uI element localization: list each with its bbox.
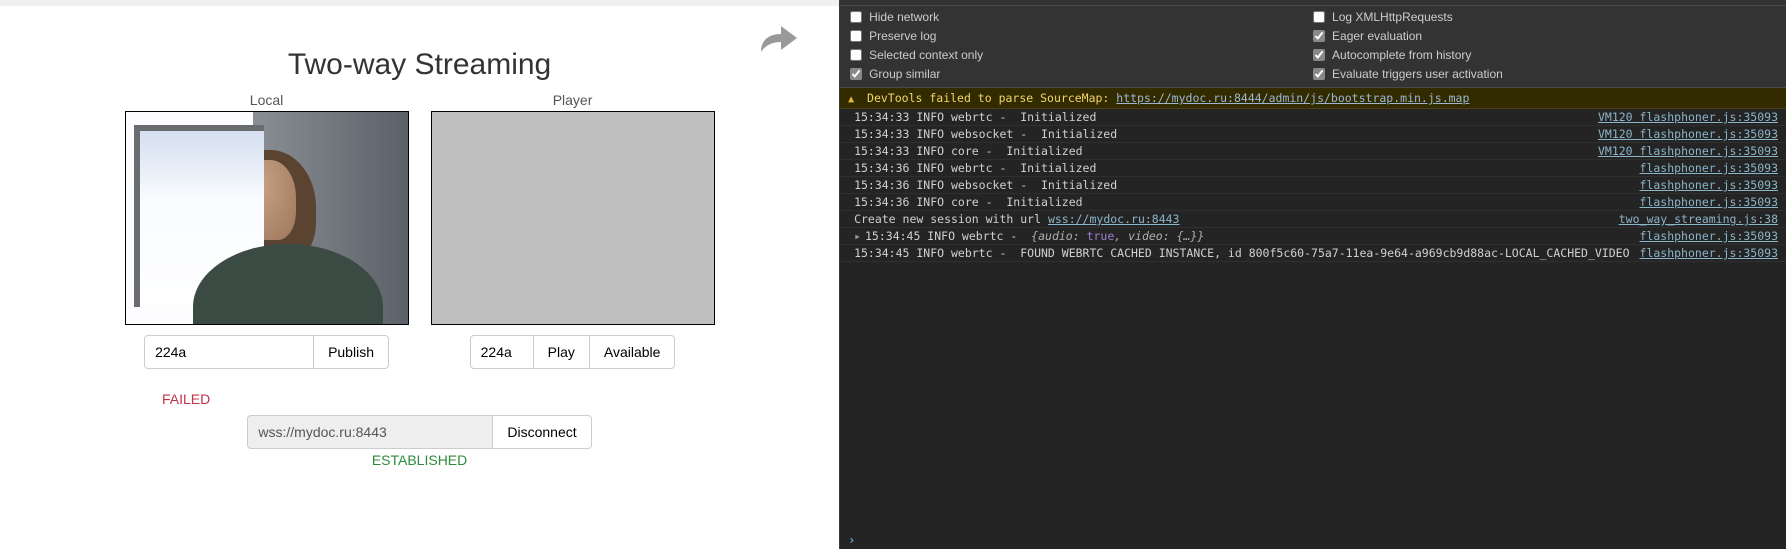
log-source-link[interactable]: flashphoner.js:35093 (1640, 161, 1778, 175)
available-button[interactable]: Available (589, 335, 676, 369)
setting-label: Hide network (869, 10, 939, 24)
setting-group-similar[interactable]: Group similar (850, 67, 1313, 81)
console-log-row[interactable]: 15:34:36 INFO webrtc - Initialized flashp… (840, 160, 1786, 177)
log-message: 15:34:33 INFO webrtc - Initialized (854, 110, 1588, 124)
devtools-panel: Hide network Log XMLHttpRequests Preserv… (839, 0, 1786, 549)
publish-button[interactable]: Publish (313, 335, 389, 369)
setting-hide-network[interactable]: Hide network (850, 10, 1313, 24)
share-icon[interactable] (759, 22, 799, 61)
player-label: Player (553, 92, 593, 108)
console-log-row[interactable]: ▸15:34:45 INFO webrtc - {audio: true, vi… (840, 228, 1786, 245)
local-stream-input[interactable] (144, 335, 314, 369)
checkbox-hide-network[interactable] (850, 11, 862, 23)
setting-label: Eager evaluation (1332, 29, 1422, 43)
warning-text: DevTools failed to parse SourceMap: (867, 91, 1116, 105)
log-message: 15:34:33 INFO core - Initialized (854, 144, 1588, 158)
checkbox-group-similar[interactable] (850, 68, 862, 80)
setting-autocomplete[interactable]: Autocomplete from history (1313, 48, 1776, 62)
console-log-row[interactable]: 15:34:33 INFO core - Initialized VM120 fl… (840, 143, 1786, 160)
warning-url[interactable]: https://mydoc.ru:8444/admin/js/bootstrap… (1116, 91, 1469, 105)
setting-eager-eval[interactable]: Eager evaluation (1313, 29, 1776, 43)
log-source-link[interactable]: VM120 flashphoner.js:35093 (1598, 127, 1778, 141)
sourcemap-warning: DevTools failed to parse SourceMap: http… (840, 88, 1786, 109)
console-log-row[interactable]: 15:34:36 INFO core - Initialized flashpho… (840, 194, 1786, 211)
console-log-list[interactable]: 15:34:33 INFO webrtc - Initialized VM120 … (840, 109, 1786, 531)
setting-label: Group similar (869, 67, 940, 81)
connection-row: Disconnect (0, 415, 839, 449)
log-message: 15:34:36 INFO websocket - Initialized (854, 178, 1629, 192)
setting-preserve-log[interactable]: Preserve log (850, 29, 1313, 43)
top-strip (0, 0, 839, 6)
videos-row: Local Publish Player Play Ava (0, 92, 839, 369)
checkbox-preserve-log[interactable] (850, 30, 862, 42)
player-stream-input[interactable] (470, 335, 534, 369)
log-source-link[interactable]: two_way_streaming.js:38 (1619, 212, 1778, 226)
setting-log-xhr[interactable]: Log XMLHttpRequests (1313, 10, 1776, 24)
log-source-link[interactable]: flashphoner.js:35093 (1640, 195, 1778, 209)
console-log-row[interactable]: 15:34:33 INFO websocket - Initialized VM1… (840, 126, 1786, 143)
setting-label: Preserve log (869, 29, 936, 43)
log-source-link[interactable]: flashphoner.js:35093 (1640, 178, 1778, 192)
checkbox-selected-context[interactable] (850, 49, 862, 61)
player-controls: Play Available (470, 335, 676, 369)
player-video (431, 111, 715, 325)
local-controls: Publish (144, 335, 389, 369)
setting-label: Selected context only (869, 48, 983, 62)
checkbox-log-xhr[interactable] (1313, 11, 1325, 23)
local-status: FAILED (162, 391, 839, 407)
log-message: Create new session with url wss://mydoc.… (854, 212, 1609, 226)
checkbox-autocomplete[interactable] (1313, 49, 1325, 61)
setting-eval-activation[interactable]: Evaluate triggers user activation (1313, 67, 1776, 81)
log-message: 15:34:36 INFO core - Initialized (854, 195, 1629, 209)
log-source-link[interactable]: VM120 flashphoner.js:35093 (1598, 110, 1778, 124)
console-log-row[interactable]: 15:34:36 INFO websocket - Initialized fla… (840, 177, 1786, 194)
setting-selected-context[interactable]: Selected context only (850, 48, 1313, 62)
local-video (125, 111, 409, 325)
setting-label: Autocomplete from history (1332, 48, 1471, 62)
setting-label: Log XMLHttpRequests (1332, 10, 1453, 24)
disconnect-button[interactable]: Disconnect (493, 415, 591, 449)
console-log-row[interactable]: 15:34:33 INFO webrtc - Initialized VM120 … (840, 109, 1786, 126)
local-block: Local Publish (125, 92, 409, 369)
log-message: 15:34:45 INFO webrtc - FOUND WEBRTC CACH… (854, 246, 1629, 260)
log-source-link[interactable]: flashphoner.js:35093 (1640, 229, 1778, 243)
page-title: Two-way Streaming (0, 48, 839, 82)
checkbox-eval-activation[interactable] (1313, 68, 1325, 80)
console-settings: Hide network Log XMLHttpRequests Preserv… (840, 6, 1786, 88)
console-prompt[interactable] (840, 531, 1786, 549)
log-message: 15:34:33 INFO websocket - Initialized (854, 127, 1588, 141)
connection-status: ESTABLISHED (0, 452, 839, 468)
log-source-link[interactable]: flashphoner.js:35093 (1640, 246, 1778, 260)
setting-label: Evaluate triggers user activation (1332, 67, 1503, 81)
console-log-row[interactable]: 15:34:45 INFO webrtc - FOUND WEBRTC CACH… (840, 245, 1786, 262)
log-message: 15:34:36 INFO webrtc - Initialized (854, 161, 1629, 175)
play-button[interactable]: Play (533, 335, 590, 369)
local-label: Local (250, 92, 283, 108)
checkbox-eager-eval[interactable] (1313, 30, 1325, 42)
log-message: ▸15:34:45 INFO webrtc - {audio: true, vi… (854, 229, 1629, 243)
console-log-row[interactable]: Create new session with url wss://mydoc.… (840, 211, 1786, 228)
app-panel: Two-way Streaming Local Publish Player (0, 0, 839, 549)
ws-url-input[interactable] (247, 415, 493, 449)
log-source-link[interactable]: VM120 flashphoner.js:35093 (1598, 144, 1778, 158)
player-block: Player Play Available (431, 92, 715, 369)
